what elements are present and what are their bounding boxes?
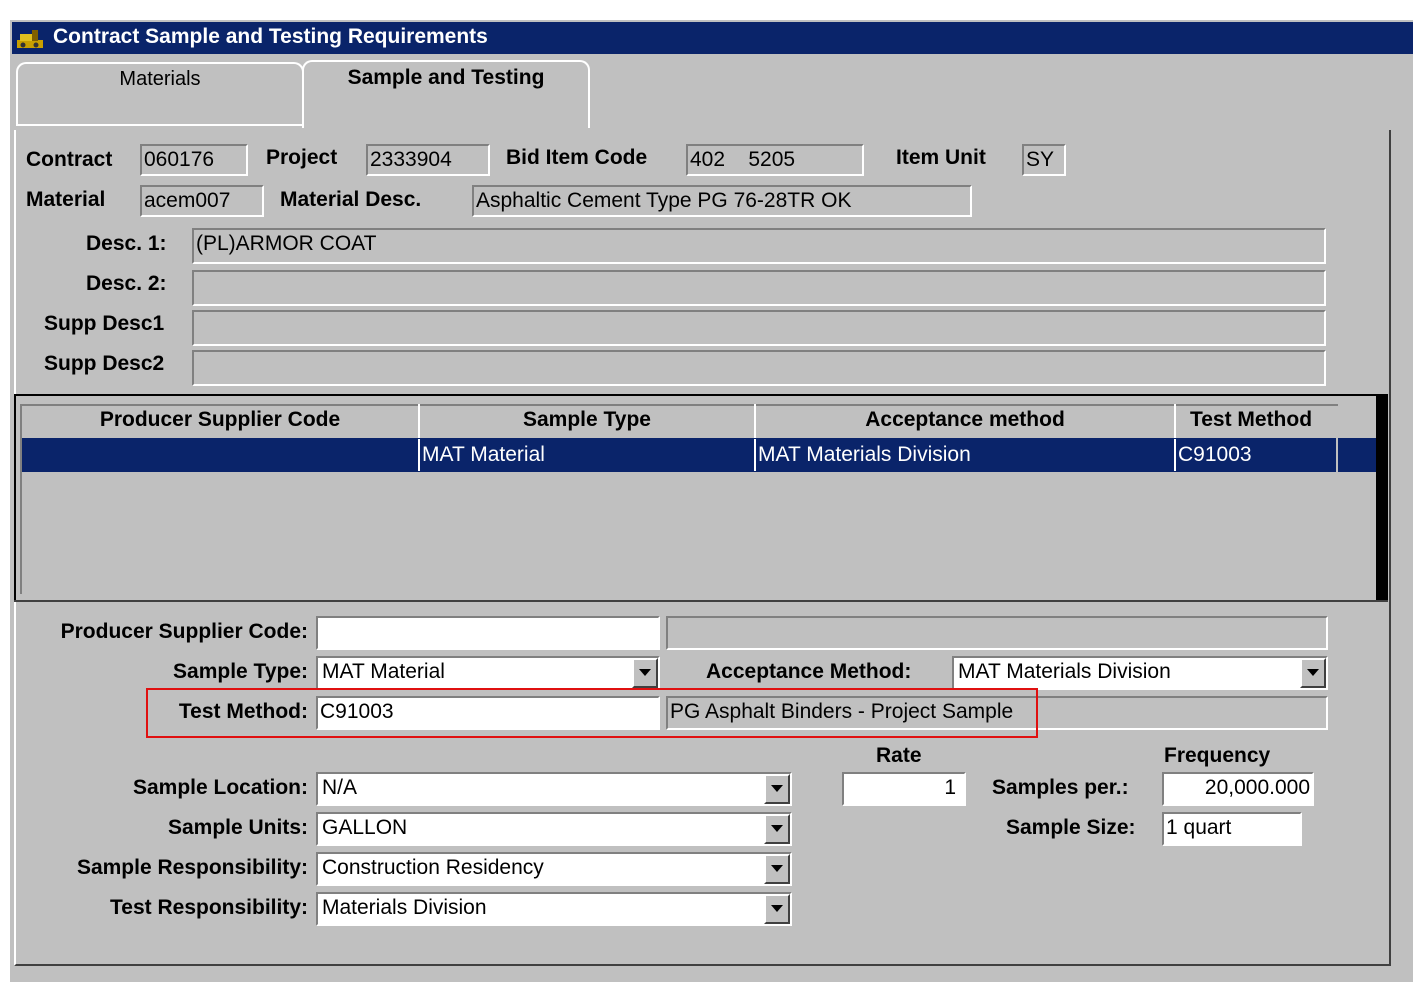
sample-units-select[interactable]: GALLON [316, 812, 792, 846]
sample-responsibility-value: Construction Residency [322, 856, 544, 879]
app-icon [17, 28, 43, 48]
sample-responsibility-dropdown-button[interactable] [764, 854, 790, 884]
supp2-label: Supp Desc2 [44, 352, 165, 375]
tab-sample-and-testing[interactable]: Sample and Testing [302, 60, 590, 128]
section-divider [14, 600, 1388, 602]
desc2-field[interactable] [192, 270, 1326, 306]
acceptance-method-select[interactable]: MAT Materials Division [952, 656, 1328, 690]
item-unit-label: Item Unit [896, 146, 986, 169]
rate-input[interactable]: 1 [842, 772, 966, 806]
col-header-sample-type[interactable]: Sample Type [420, 404, 754, 436]
sample-size-label: Sample Size: [1006, 816, 1136, 839]
project-label: Project [266, 146, 338, 169]
chevron-down-icon [1307, 669, 1319, 676]
tab-materials[interactable]: Materials [16, 62, 304, 126]
test-responsibility-label: Test Responsibility: [110, 896, 308, 919]
chevron-down-icon [771, 865, 783, 872]
material-label: Material [26, 188, 106, 211]
sample-location-label: Sample Location: [132, 776, 308, 799]
chevron-down-icon [771, 785, 783, 792]
acceptance-dropdown-button[interactable] [1300, 658, 1326, 688]
window-title: Contract Sample and Testing Requirements [53, 25, 488, 48]
project-field[interactable]: 2333904 [366, 144, 490, 176]
producer-code-label: Producer Supplier Code: [60, 620, 308, 643]
test-responsibility-select[interactable]: Materials Division [316, 892, 792, 926]
desc1-label: Desc. 1: [86, 232, 167, 255]
supp1-field[interactable] [192, 310, 1326, 346]
sample-location-value: N/A [322, 776, 358, 799]
row-selection-tail [1338, 438, 1376, 472]
sample-size-input[interactable]: 1 quart [1162, 812, 1302, 846]
material-desc-label: Material Desc. [280, 188, 422, 211]
supp2-field[interactable] [192, 350, 1326, 386]
col-header-acceptance[interactable]: Acceptance method [756, 404, 1174, 436]
material-field[interactable]: acem007 [140, 185, 264, 217]
col-header-producer[interactable]: Producer Supplier Code [22, 404, 418, 436]
desc1-field[interactable]: (PL)ARMOR COAT [192, 228, 1326, 264]
bid-item-label: Bid Item Code [506, 146, 648, 169]
col-header-test-method[interactable]: Test Method [1176, 404, 1326, 436]
tab-sample-testing-label: Sample and Testing [347, 66, 545, 89]
sample-responsibility-label: Sample Responsibility: [76, 856, 308, 879]
desc2-label: Desc. 2: [86, 272, 167, 295]
samples-per-input[interactable]: 20,000.000 [1162, 772, 1314, 806]
sample-responsibility-select[interactable]: Construction Residency [316, 852, 792, 886]
sample-type-dropdown-button[interactable] [632, 658, 658, 688]
frequency-label: Frequency [1164, 744, 1271, 767]
sample-type-select[interactable]: MAT Material [316, 656, 660, 690]
sample-type-label: Sample Type: [173, 660, 308, 683]
grid-shadow [1376, 396, 1386, 600]
acceptance-method-label: Acceptance Method: [706, 660, 912, 683]
item-unit-field[interactable]: SY [1022, 144, 1066, 176]
title-bar: Contract Sample and Testing Requirements [12, 22, 1413, 54]
sample-units-value: GALLON [322, 816, 408, 839]
sample-units-label: Sample Units: [167, 816, 308, 839]
chevron-down-icon [771, 905, 783, 912]
test-responsibility-value: Materials Division [322, 896, 487, 919]
chevron-down-icon [639, 669, 651, 676]
sample-location-dropdown-button[interactable] [764, 774, 790, 804]
highlight-box [146, 688, 1038, 738]
contract-label: Contract [26, 148, 113, 171]
bid-item-field[interactable]: 402 5205 [686, 144, 864, 176]
row-sample-type: MAT Material [418, 439, 756, 471]
tab-separator [16, 124, 302, 126]
material-desc-field[interactable]: Asphaltic Cement Type PG 76-28TR OK [472, 185, 972, 217]
samples-per-label: Samples per.: [992, 776, 1129, 799]
contract-field[interactable]: 060176 [140, 144, 248, 176]
supp1-label: Supp Desc1 [44, 312, 165, 335]
chevron-down-icon [771, 825, 783, 832]
row-test-method: C91003 [1174, 439, 1338, 471]
rate-label: Rate [876, 744, 922, 767]
row-acceptance: MAT Materials Division [754, 439, 1176, 471]
sample-units-dropdown-button[interactable] [764, 814, 790, 844]
sample-type-value: MAT Material [322, 660, 445, 683]
tab-materials-label: Materials [119, 68, 201, 90]
sample-location-select[interactable]: N/A [316, 772, 792, 806]
acceptance-method-value: MAT Materials Division [958, 660, 1171, 683]
producer-desc-field [666, 616, 1328, 650]
producer-code-input[interactable] [316, 616, 660, 650]
test-responsibility-dropdown-button[interactable] [764, 894, 790, 924]
